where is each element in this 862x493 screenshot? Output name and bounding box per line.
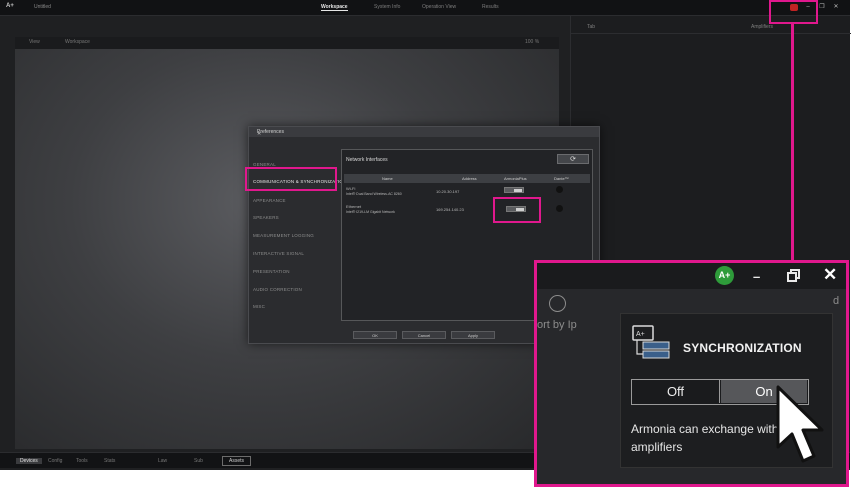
cancel-button[interactable]: Cancel — [402, 331, 446, 339]
workspace-header: View Workspace 100 % — [15, 37, 559, 49]
row-address: 10.20.30.197 — [436, 189, 460, 194]
workspace-view-label[interactable]: View — [29, 39, 40, 45]
row-name: Wi-Fi — [346, 186, 356, 191]
table-header: Name Address ArmoniaPlus Dante™ — [344, 174, 590, 183]
mouse-pointer-icon — [774, 385, 840, 474]
nav-measurement-logging[interactable]: MEASUREMENT LOGGING — [253, 233, 314, 238]
col-address: Address — [462, 176, 477, 181]
ok-button[interactable]: OK — [353, 331, 397, 339]
dialog-titlebar: Preferences ✕ — [249, 127, 599, 137]
nav-speakers[interactable]: SPEAKERS — [253, 215, 279, 220]
dante-indicator — [556, 186, 563, 193]
popup-title: SYNCHRONIZATION — [683, 341, 802, 355]
col-dante: Dante™ — [554, 176, 569, 181]
zoom-level[interactable]: 100 % — [525, 39, 539, 45]
edge-text: d — [833, 295, 840, 307]
right-panel-title: Amplifiers — [751, 24, 773, 30]
sync-off-option[interactable]: Off — [632, 380, 720, 403]
zoom-titlebar: A+ – ✕ — [537, 263, 846, 289]
col-armoniaplus: ArmoniaPlus — [504, 176, 527, 181]
nav-highlight-box — [245, 167, 337, 191]
svg-text:A+: A+ — [636, 331, 645, 338]
armonia-plus-badge[interactable]: A+ — [715, 266, 734, 285]
callout-connector — [791, 24, 794, 262]
bottom-tab-config[interactable]: Config — [48, 458, 62, 464]
workspace-name: Workspace — [65, 39, 90, 45]
tab-system-info[interactable]: System Info — [374, 4, 400, 10]
restore-icon[interactable]: ❐ — [818, 3, 826, 11]
restore-icon[interactable] — [787, 269, 801, 288]
right-panel-tab[interactable]: Tab — [587, 24, 595, 30]
row-address: 169.254.140.23 — [436, 207, 464, 212]
bottom-tab-tools[interactable]: Tools — [76, 458, 88, 464]
minimize-icon[interactable]: – — [753, 269, 760, 284]
title-bar: A+ Untitled Workspace System Info Operat… — [0, 0, 850, 16]
assets-button[interactable]: Assets — [222, 456, 252, 466]
table-row[interactable]: Wi-Fi Intel® Dual Band Wireless-AC 8260 … — [344, 186, 590, 202]
bottom-tab-sub[interactable]: Sub — [194, 458, 203, 464]
tab-workspace[interactable]: Workspace — [321, 4, 348, 11]
table-row[interactable]: Ethernet Intel® I219-LM Gigabit Network … — [344, 204, 590, 220]
zoom-callout: A+ – ✕ ort by Ip d A+ SYNCHRONIZATION Of… — [534, 260, 849, 487]
row-name: Ethernet — [346, 204, 362, 209]
apply-button[interactable]: Apply — [451, 331, 495, 339]
tab-results[interactable]: Results — [482, 4, 499, 10]
synchronization-icon: A+ — [631, 324, 671, 362]
nav-presentation[interactable]: PRESENTATION — [253, 269, 290, 274]
dante-indicator — [556, 205, 563, 212]
titlebar-highlight-box — [769, 0, 818, 24]
zoom-body: ort by Ip d A+ SYNCHRONIZATION Off On Ar… — [537, 289, 846, 484]
bottom-tab-devices[interactable]: Devices — [16, 458, 42, 464]
row-adapter: Intel® I219-LM Gigabit Network — [346, 210, 395, 214]
screenshot-root: A+ Untitled Workspace System Info Operat… — [0, 0, 862, 493]
refresh-icon[interactable]: ⟳ — [557, 154, 589, 164]
close-icon[interactable]: ✕ — [823, 265, 837, 285]
brand-logo: A+ — [6, 3, 14, 9]
nav-appearance[interactable]: APPEARANCE — [253, 198, 286, 203]
armoniaplus-toggle[interactable] — [504, 187, 524, 193]
bottom-tab-stats[interactable]: Stats — [104, 458, 115, 464]
row-adapter: Intel® Dual Band Wireless-AC 8260 — [346, 192, 402, 196]
toggle-highlight-box — [493, 197, 541, 223]
tab-operation-view[interactable]: Operation View — [422, 4, 456, 10]
nav-audio-correction[interactable]: AUDIO CORRECTION — [253, 287, 302, 292]
bottom-tab-law[interactable]: Law — [158, 458, 167, 464]
close-icon[interactable]: ✕ — [832, 3, 840, 11]
sort-by-ip-label[interactable]: ort by Ip — [537, 319, 577, 331]
nav-misc[interactable]: MISC — [253, 304, 265, 309]
document-name: Untitled — [34, 4, 51, 10]
globe-icon[interactable] — [549, 295, 566, 312]
col-name: Name — [382, 176, 393, 181]
nav-interactive-signal[interactable]: INTERACTIVE SIGNAL — [253, 251, 304, 256]
dialog-close-icon[interactable]: ✕ — [257, 129, 596, 139]
panel-title: Network Interfaces — [346, 157, 388, 163]
